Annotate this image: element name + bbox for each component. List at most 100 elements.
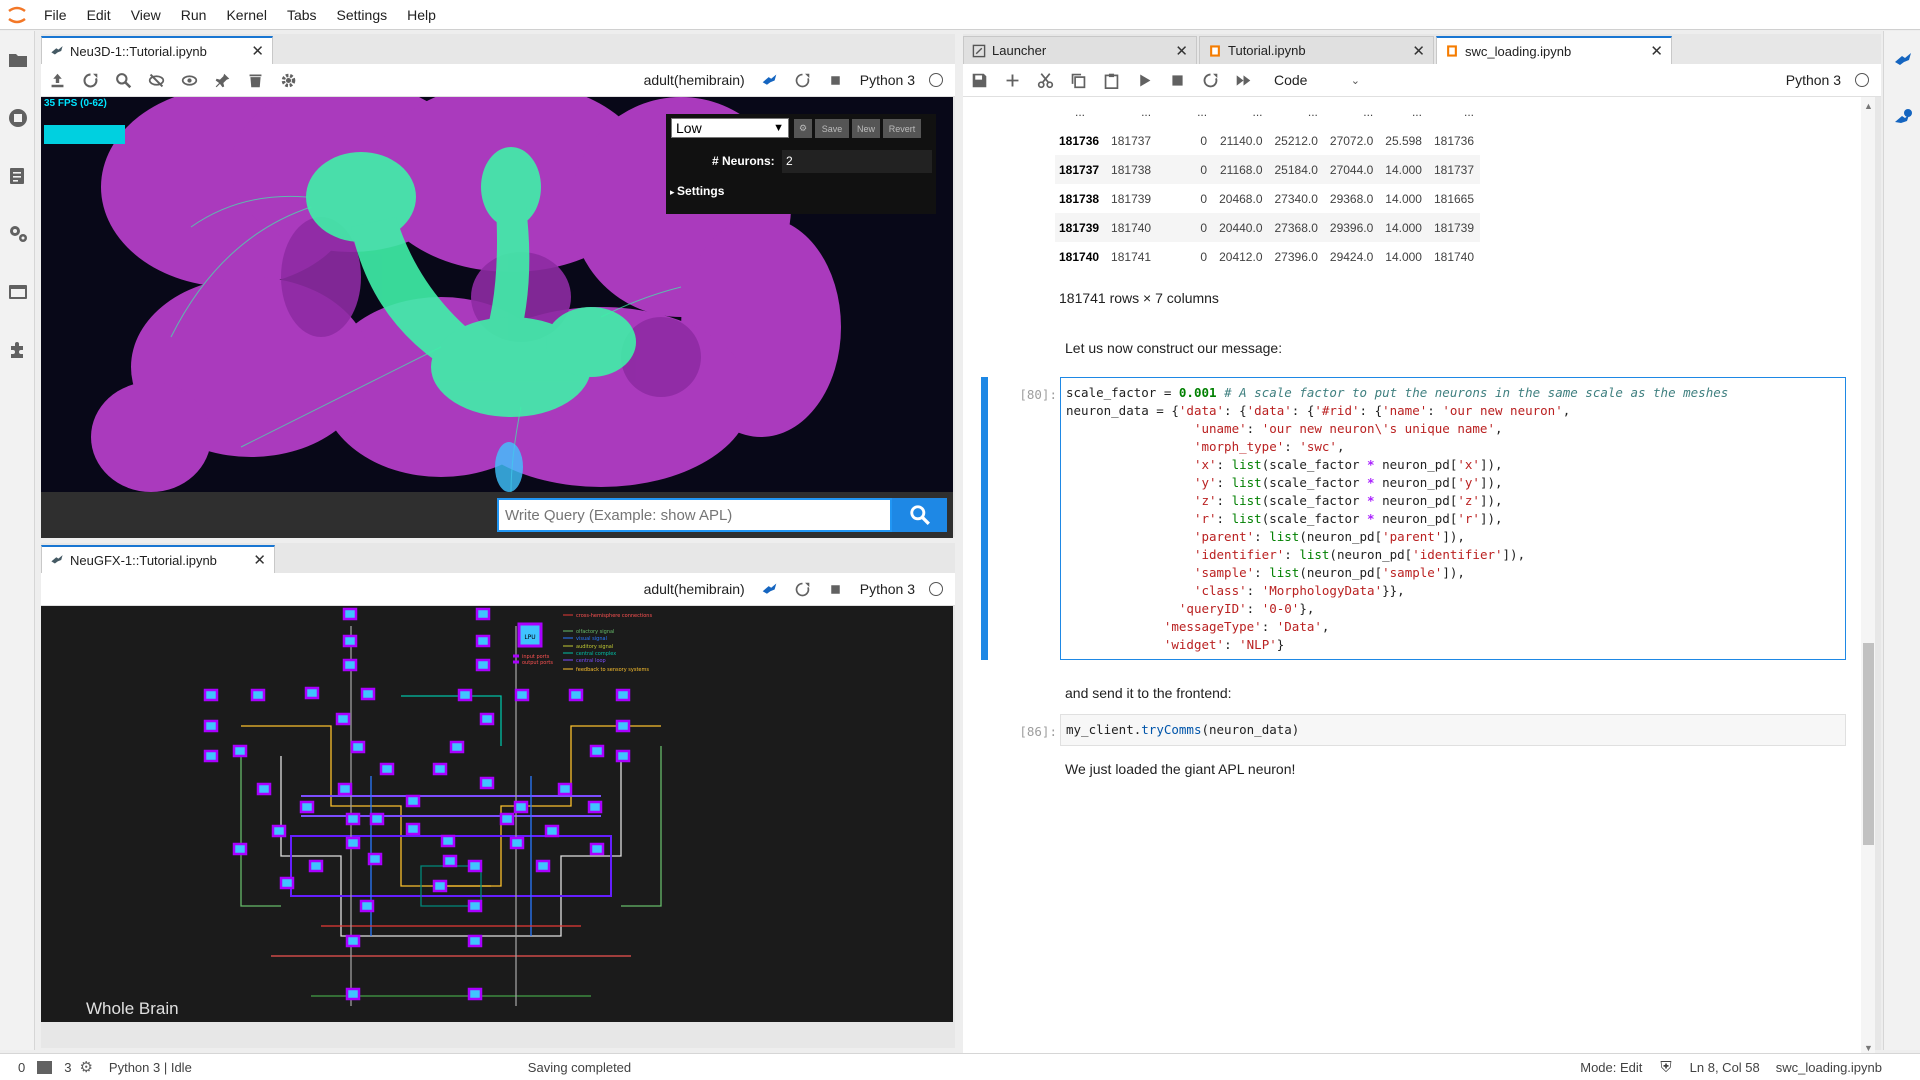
- markdown-cell: We just loaded the giant APL neuron!: [1065, 761, 1296, 777]
- legend-cross-hemisphere: cross-hemisphere connections: [576, 613, 652, 619]
- table-row: 181738 181739 0 20468.0 27340.0 29368.0 …: [1055, 184, 1480, 213]
- menu-file[interactable]: File: [34, 0, 77, 30]
- legend-central-loop: central loop: [576, 658, 606, 664]
- tab-swc-loading[interactable]: swc_loading.ipynb ✕: [1436, 36, 1672, 64]
- cell-type-value: Code: [1274, 72, 1308, 88]
- quality-select[interactable]: Low ▼: [671, 118, 789, 138]
- cursor-position[interactable]: Ln 8, Col 58: [1682, 1060, 1768, 1075]
- table-cell: 181737: [1433, 162, 1475, 177]
- table-cell: ...: [1197, 104, 1208, 119]
- stop-icon[interactable]: [819, 574, 852, 604]
- neugfx-circuit-view[interactable]: LPU input ports output ports cross-hemis…: [41, 606, 953, 1022]
- neu3d-viewport[interactable]: 35 FPS (0-62) Low ▼ ⚙ Save New Revert # …: [41, 97, 953, 492]
- copy-icon[interactable]: [1062, 65, 1095, 95]
- cut-icon[interactable]: [1029, 65, 1062, 95]
- restart-icon[interactable]: [1194, 65, 1227, 95]
- tab-neugfx[interactable]: NeuGFX-1::Tutorial.ipynb ✕: [41, 545, 275, 573]
- revert-button[interactable]: Revert: [883, 119, 921, 138]
- folder-icon[interactable]: [0, 31, 35, 89]
- upload-icon[interactable]: [41, 65, 74, 95]
- zoom-icon[interactable]: [107, 65, 140, 95]
- close-icon[interactable]: ✕: [1650, 42, 1663, 60]
- run-icon[interactable]: [1128, 65, 1161, 95]
- pin-icon[interactable]: [206, 65, 239, 95]
- menu-run[interactable]: Run: [171, 0, 217, 30]
- restart-kernel-icon[interactable]: [786, 65, 819, 95]
- search-button[interactable]: [892, 498, 947, 532]
- menu-kernel[interactable]: Kernel: [216, 0, 276, 30]
- kernel-name[interactable]: Python 3: [852, 581, 923, 597]
- menu-settings[interactable]: Settings: [327, 0, 398, 30]
- stop-icon[interactable]: [1161, 65, 1194, 95]
- table-cell: 14.000: [1385, 249, 1422, 264]
- save-button[interactable]: Save: [815, 119, 849, 138]
- fast-forward-icon[interactable]: [1227, 65, 1260, 95]
- settings-toggle[interactable]: ▸ Settings: [670, 184, 724, 198]
- extensions-icon[interactable]: [0, 321, 35, 379]
- terminal-count[interactable]: 0: [0, 1060, 33, 1075]
- kernel-count[interactable]: 3: [56, 1060, 79, 1075]
- trusted-icon[interactable]: ⛨: [1660, 1059, 1671, 1076]
- menu-help[interactable]: Help: [397, 0, 446, 30]
- neugfx-tab-label: NeuGFX-1::Tutorial.ipynb: [70, 552, 217, 568]
- jupyter-logo-icon: [8, 6, 26, 23]
- refresh-icon[interactable]: [74, 65, 107, 95]
- fbl-info-icon[interactable]: [1884, 89, 1920, 147]
- menu-tabs[interactable]: Tabs: [277, 0, 327, 30]
- menu-view[interactable]: View: [121, 0, 171, 30]
- commands-icon[interactable]: [0, 147, 35, 205]
- table-row: ... ... ... ... ... ... ... ...: [1055, 97, 1480, 126]
- tab-tutorial[interactable]: Tutorial.ipynb ✕: [1199, 36, 1434, 64]
- query-input[interactable]: [497, 498, 892, 532]
- neu3d-tabstrip: Neu3D-1::Tutorial.ipynb ✕: [41, 34, 955, 64]
- dataframe-table: ... ... ... ... ... ... ... ... 181736 1…: [1055, 97, 1481, 271]
- tab-label: Launcher: [992, 43, 1047, 58]
- save-status: Saving completed: [527, 1059, 632, 1075]
- legend-visual: visual signal: [576, 636, 607, 642]
- menu-edit[interactable]: Edit: [77, 0, 121, 30]
- close-icon[interactable]: ✕: [1175, 42, 1188, 60]
- show-all-icon[interactable]: [173, 65, 206, 95]
- close-icon[interactable]: ✕: [253, 551, 266, 569]
- code-editor[interactable]: scale_factor = 0.001 # A scale factor to…: [1060, 377, 1846, 660]
- scrollbar-thumb[interactable]: [1863, 643, 1874, 845]
- fbl-neu3d-icon[interactable]: [1884, 31, 1920, 89]
- kernel-status[interactable]: Python 3 | Idle: [101, 1060, 200, 1075]
- paste-icon[interactable]: [1095, 65, 1128, 95]
- scrollbar[interactable]: ▲ ▼: [1861, 97, 1875, 1060]
- kernel-name[interactable]: Python 3: [1778, 72, 1849, 88]
- stop-icon[interactable]: [819, 65, 852, 95]
- close-icon[interactable]: ✕: [251, 42, 264, 60]
- neugfx-panel: NeuGFX-1::Tutorial.ipynb ✕ adult(hemibra…: [41, 543, 955, 1048]
- neu3d-panel: Neu3D-1::Tutorial.ipynb ✕ adult(hemibrai…: [41, 34, 955, 538]
- dataframe-shape: 181741 rows × 7 columns: [1059, 290, 1219, 306]
- close-icon[interactable]: ✕: [1412, 42, 1425, 60]
- neu3d-toolbar: adult(hemibrain) Python 3: [41, 64, 955, 97]
- new-button[interactable]: New: [852, 119, 880, 138]
- kernel-status-icon: [929, 582, 943, 596]
- kernel-name[interactable]: Python 3: [852, 72, 923, 88]
- table-cell: 25.598: [1385, 133, 1422, 148]
- cell-type-select[interactable]: Code ⌄: [1260, 68, 1360, 92]
- trash-icon[interactable]: [239, 65, 272, 95]
- table-row: 181739 181740 0 20440.0 27368.0 29396.0 …: [1055, 213, 1481, 242]
- gear-icon[interactable]: [272, 65, 305, 95]
- tab-launcher[interactable]: Launcher ✕: [963, 36, 1197, 64]
- code-editor[interactable]: my_client.tryComms(neuron_data): [1060, 714, 1846, 746]
- tabs-icon[interactable]: [0, 263, 35, 321]
- table-row: 181737 181738 0 21168.0 25184.0 27044.0 …: [1055, 155, 1481, 184]
- table-cell: 181740: [1433, 249, 1475, 264]
- notebook-toolbar: Code ⌄ Python 3: [963, 64, 1881, 97]
- hide-all-icon[interactable]: [140, 65, 173, 95]
- markdown-cell: Let us now construct our message:: [1065, 340, 1283, 356]
- property-inspector-icon[interactable]: [0, 205, 35, 263]
- notebook-content[interactable]: ... ... ... ... ... ... ... ... 181736 1…: [963, 97, 1875, 1060]
- add-cell-icon[interactable]: [996, 65, 1029, 95]
- save-icon[interactable]: [963, 65, 996, 95]
- scrollbar-down-arrow[interactable]: ▼: [1864, 1043, 1873, 1053]
- running-icon[interactable]: [0, 89, 35, 147]
- scrollbar-up-arrow[interactable]: ▲: [1864, 101, 1873, 111]
- restart-kernel-icon[interactable]: [786, 574, 819, 604]
- tab-neu3d[interactable]: Neu3D-1::Tutorial.ipynb ✕: [41, 36, 273, 64]
- settings-gear-button[interactable]: ⚙: [794, 119, 812, 138]
